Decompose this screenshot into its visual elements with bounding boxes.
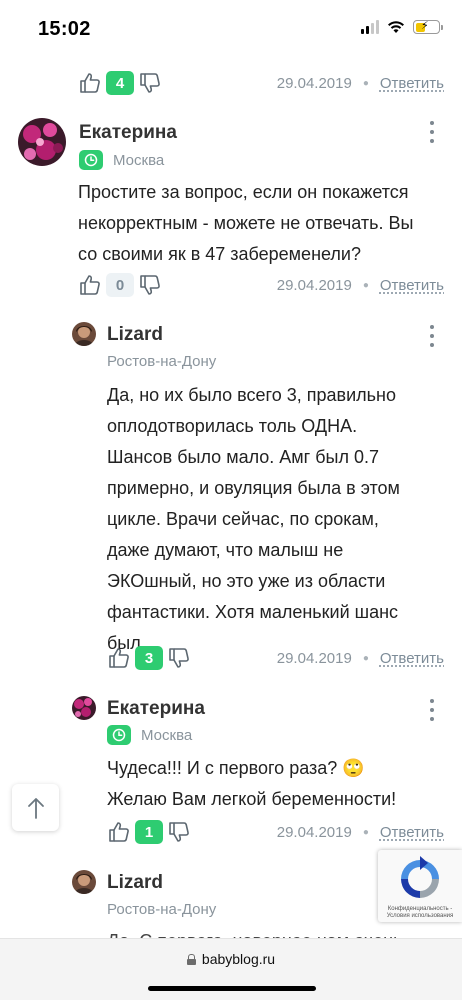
separator-dot: ● (362, 279, 369, 291)
vote-count: 4 (106, 71, 134, 95)
thumb-down-icon[interactable] (138, 273, 162, 297)
arrow-up-icon (27, 797, 44, 819)
vote-row: 1 (107, 816, 191, 848)
author-location: Ростов-на-Дону (107, 901, 216, 918)
vote-count: 0 (106, 273, 134, 297)
comment-header: Екатерина Москва (18, 118, 177, 170)
thumb-up-icon[interactable] (78, 71, 102, 95)
comment-meta: 29.04.2019 ● Ответить (277, 642, 444, 674)
home-indicator[interactable] (148, 986, 316, 991)
reply-link[interactable]: Ответить (380, 824, 444, 841)
city: Ростов-на-Дону (107, 901, 217, 918)
separator-dot: ● (362, 826, 369, 838)
separator-dot: ● (362, 77, 369, 89)
city: Москва (113, 151, 165, 169)
thumb-up-icon[interactable] (107, 820, 131, 844)
avatar[interactable] (72, 870, 96, 894)
reply-link[interactable]: Ответить (380, 277, 444, 294)
comment-date: 29.04.2019 (276, 649, 352, 667)
battery-icon: ⚡ (413, 20, 443, 34)
scroll-to-top-button[interactable] (12, 784, 59, 831)
recaptcha-icon (401, 856, 439, 898)
status-bar: 15:02 ⚡ (0, 0, 462, 60)
author-name[interactable]: Lizard (107, 324, 216, 346)
url-text: babyblog.ru (201, 951, 276, 967)
author-name[interactable]: Lizard (107, 872, 216, 894)
reply-link[interactable]: Ответить (380, 75, 444, 92)
author-name[interactable]: Екатерина (107, 698, 205, 720)
clock-icon (107, 725, 131, 745)
vote-count: 1 (135, 820, 163, 844)
city: Ростов-на-Дону (107, 353, 217, 370)
comment-date: 29.04.2019 (276, 823, 352, 841)
avatar[interactable] (18, 118, 66, 166)
comment-header: Lizard Ростов-на-Дону (72, 322, 216, 370)
author-name[interactable]: Екатерина (79, 122, 177, 144)
status-time: 15:02 (38, 18, 91, 40)
thumb-up-icon[interactable] (78, 273, 102, 297)
comment-text: Простите за вопрос, если он покажется не… (78, 182, 414, 264)
vote-row: 3 (107, 642, 191, 674)
comment-meta: 29.04.2019 ● Ответить (277, 269, 444, 301)
recaptcha-text[interactable]: Конфиденциальность - Условия использован… (380, 906, 460, 920)
wifi-icon (388, 21, 404, 33)
comment-meta: 29.04.2019 ● Ответить (277, 816, 444, 848)
more-options-icon[interactable] (429, 121, 435, 143)
author-location: Москва (107, 725, 205, 745)
thumb-down-icon[interactable] (167, 820, 191, 844)
address-bar[interactable]: babyblog.ru (0, 951, 462, 967)
vote-count: 3 (135, 646, 163, 670)
browser-bottom-bar: babyblog.ru (0, 938, 462, 1000)
recaptcha-badge[interactable]: Конфиденциальность - Условия использован… (378, 850, 462, 922)
comment-text: Чудеса!!! И с первого раза? 🙄 Желаю Вам … (107, 758, 397, 809)
clock-icon (79, 150, 103, 170)
status-icons: ⚡ (361, 20, 443, 34)
avatar[interactable] (72, 322, 96, 346)
thumb-up-icon[interactable] (107, 646, 131, 670)
author-location: Ростов-на-Дону (107, 353, 216, 370)
thumb-down-icon[interactable] (138, 71, 162, 95)
lock-icon (186, 953, 196, 965)
thumb-down-icon[interactable] (167, 646, 191, 670)
comment-date: 29.04.2019 (276, 276, 352, 294)
comment-header: Lizard Ростов-на-Дону (72, 870, 216, 918)
reply-link[interactable]: Ответить (380, 650, 444, 667)
vote-row: 0 (78, 269, 162, 301)
comment-meta: 29.04.2019 ● Ответить (277, 67, 444, 99)
separator-dot: ● (362, 652, 369, 664)
avatar[interactable] (72, 696, 96, 720)
comment-text: Да, но их было всего 3, правильно оплодо… (107, 385, 400, 653)
comment-text-partial: Да. С первого, наверное нам очень (107, 926, 437, 938)
more-options-icon[interactable] (429, 699, 435, 721)
comment-date: 29.04.2019 (276, 74, 352, 92)
city: Москва (141, 726, 193, 744)
more-options-icon[interactable] (429, 325, 435, 347)
cellular-signal-icon (361, 20, 379, 34)
comment-header: Екатерина Москва (72, 696, 205, 745)
vote-row: 4 (78, 67, 162, 99)
author-location: Москва (79, 150, 177, 170)
